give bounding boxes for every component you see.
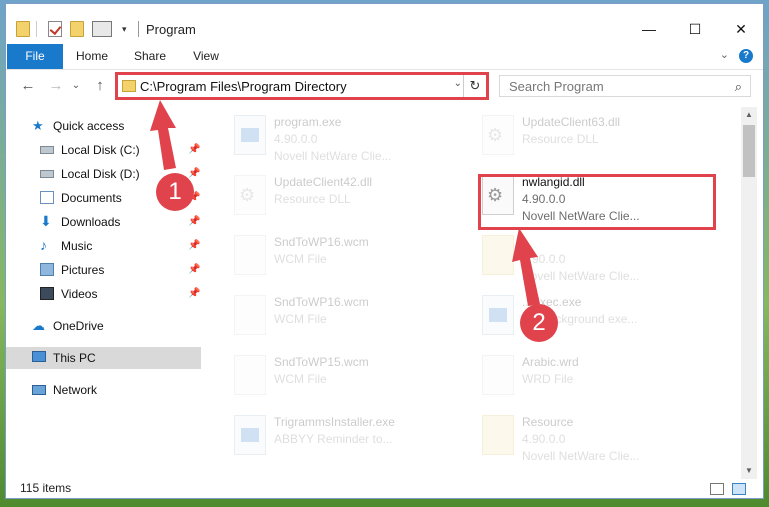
arrow-to-address-bar: [150, 100, 176, 170]
step-1-badge: 1: [156, 173, 194, 211]
annotation-arrows: [150, 100, 540, 306]
step-2-badge: 2: [520, 304, 558, 342]
arrow-to-dll-file: [512, 228, 540, 306]
